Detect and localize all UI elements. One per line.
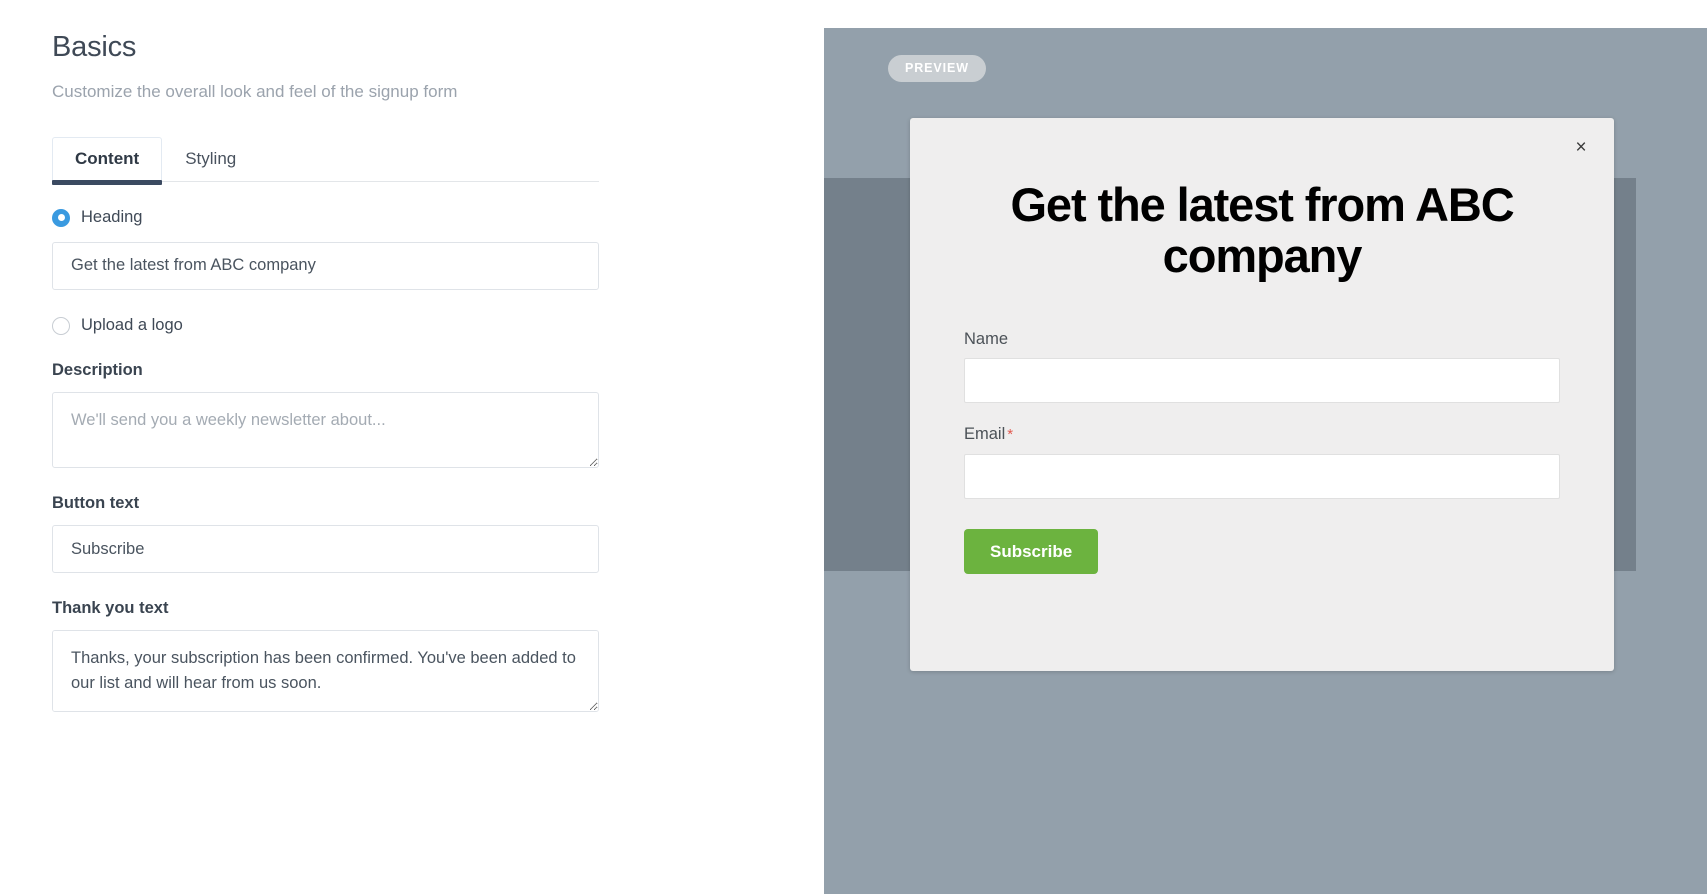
email-label-text: Email [964,425,1006,444]
required-asterisk-icon: * [1007,426,1014,444]
thank-you-text-label: Thank you text [52,599,169,618]
description-textarea[interactable] [52,392,599,469]
modal-form: Name Email * Subscribe [964,330,1560,575]
page-subtitle: Customize the overall look and feel of t… [52,81,458,101]
tab-styling[interactable]: Styling [162,137,259,181]
preview-badge: PREVIEW [888,55,986,82]
heading-input[interactable] [52,241,599,290]
name-field-label: Name [964,330,1560,350]
name-label-text: Name [964,329,1009,348]
modal-field-name: Name [964,330,1560,404]
modal-heading: Get the latest from ABC company [1010,178,1514,282]
preview-panel: PREVIEW × Get the latest from ABC compan… [824,28,1707,894]
radio-heading-label: Heading [81,207,143,226]
subscribe-button[interactable]: Subscribe [964,529,1099,575]
description-label: Description [52,361,143,380]
modal-field-email: Email * [964,425,1560,500]
radio-upload-logo[interactable] [52,316,70,335]
radio-row-heading[interactable]: Heading [52,208,772,228]
signup-form-builder: Basics Customize the overall look and fe… [0,0,1707,894]
button-text-input[interactable] [52,525,599,574]
signup-modal-preview: × Get the latest from ABC company Name E… [910,118,1614,671]
email-field-label: Email * [964,425,1560,445]
radio-row-upload-logo[interactable]: Upload a logo [52,316,772,336]
email-input[interactable] [964,454,1560,500]
tab-content[interactable]: Content [52,136,163,186]
button-text-label: Button text [52,494,140,513]
close-icon[interactable]: × [1570,136,1592,158]
radio-upload-logo-label: Upload a logo [81,315,183,334]
tab-bar: Content Styling [52,136,599,186]
name-input[interactable] [964,358,1560,404]
page-title: Basics [52,31,137,63]
thank-you-textarea[interactable] [52,629,599,712]
radio-heading[interactable] [52,208,70,227]
editor-panel: Basics Customize the overall look and fe… [0,0,824,894]
